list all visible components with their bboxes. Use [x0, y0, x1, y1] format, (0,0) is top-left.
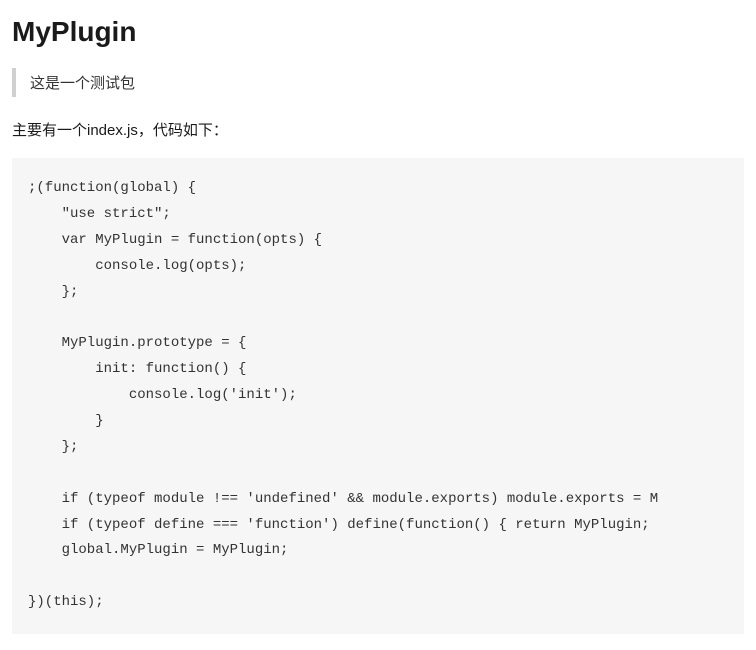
description-text: 主要有一个index.js，代码如下：	[12, 119, 744, 140]
blockquote-text: 这是一个测试包	[30, 75, 135, 92]
code-block: ;(function(global) { "use strict"; var M…	[12, 158, 744, 634]
blockquote: 这是一个测试包	[12, 68, 744, 97]
page-title: MyPlugin	[12, 16, 744, 48]
